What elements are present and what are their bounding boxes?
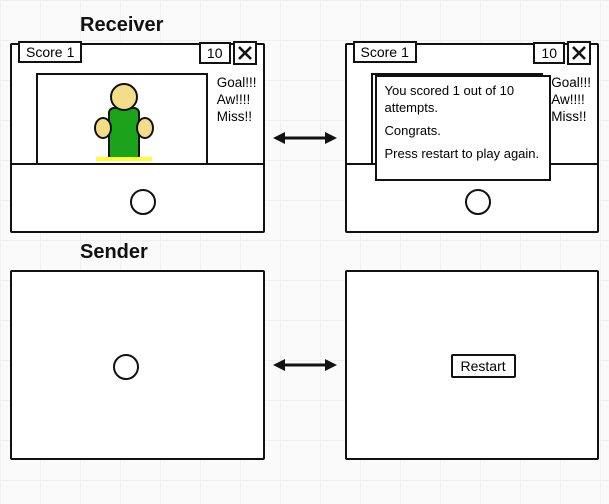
ball-icon[interactable] — [130, 189, 156, 215]
feed-line: Goal!!! — [217, 75, 257, 92]
attempts-badge: 10 — [533, 41, 591, 65]
double-arrow-icon — [273, 355, 337, 375]
result-modal: You scored 1 out of 10 attempts. Congrat… — [375, 75, 552, 181]
event-feed: Goal!!! Aw!!!! Miss!! — [217, 75, 257, 126]
sender-row: Restart — [10, 270, 599, 460]
receiver-panel-result: Score 1 10 Goal!!! Aw!!!! Miss!! You sco… — [345, 43, 600, 233]
modal-line: You scored 1 out of 10 attempts. — [385, 83, 542, 117]
ball-icon — [465, 189, 491, 215]
feed-line: Miss!! — [217, 109, 257, 126]
feed-line: Miss!! — [551, 109, 591, 126]
score-badge: Score 1 — [353, 41, 417, 63]
close-icon — [237, 45, 253, 61]
attempts-badge: 10 — [199, 41, 257, 65]
score-badge: Score 1 — [18, 41, 82, 63]
close-button[interactable] — [233, 41, 257, 65]
score-label: Score — [26, 44, 63, 60]
sender-panel-game — [10, 270, 265, 460]
ground-line — [12, 163, 263, 165]
feed-line: Goal!!! — [551, 75, 591, 92]
double-arrow-icon — [273, 128, 337, 148]
modal-line: Congrats. — [385, 123, 542, 140]
score-value: 1 — [67, 44, 75, 60]
close-icon — [571, 45, 587, 61]
receiver-panel-game: Score 1 10 Goal!!! Aw!!!! Miss!! — [10, 43, 265, 233]
sender-title: Sender — [80, 241, 599, 264]
sender-panel-restart: Restart — [345, 270, 600, 460]
feed-line: Aw!!!! — [551, 92, 591, 109]
close-button[interactable] — [567, 41, 591, 65]
attempts-value: 10 — [199, 42, 231, 64]
score-value: 1 — [401, 44, 409, 60]
attempts-value: 10 — [533, 42, 565, 64]
modal-line: Press restart to play again. — [385, 146, 542, 163]
restart-button[interactable]: Restart — [451, 354, 516, 378]
receiver-row: Score 1 10 Goal!!! Aw!!!! Miss!! — [10, 43, 599, 233]
feed-line: Aw!!!! — [217, 92, 257, 109]
ball-icon[interactable] — [113, 354, 139, 380]
receiver-title: Receiver — [80, 14, 599, 37]
event-feed: Goal!!! Aw!!!! Miss!! — [551, 75, 591, 126]
goalkeeper — [94, 83, 154, 165]
score-label: Score — [361, 44, 398, 60]
